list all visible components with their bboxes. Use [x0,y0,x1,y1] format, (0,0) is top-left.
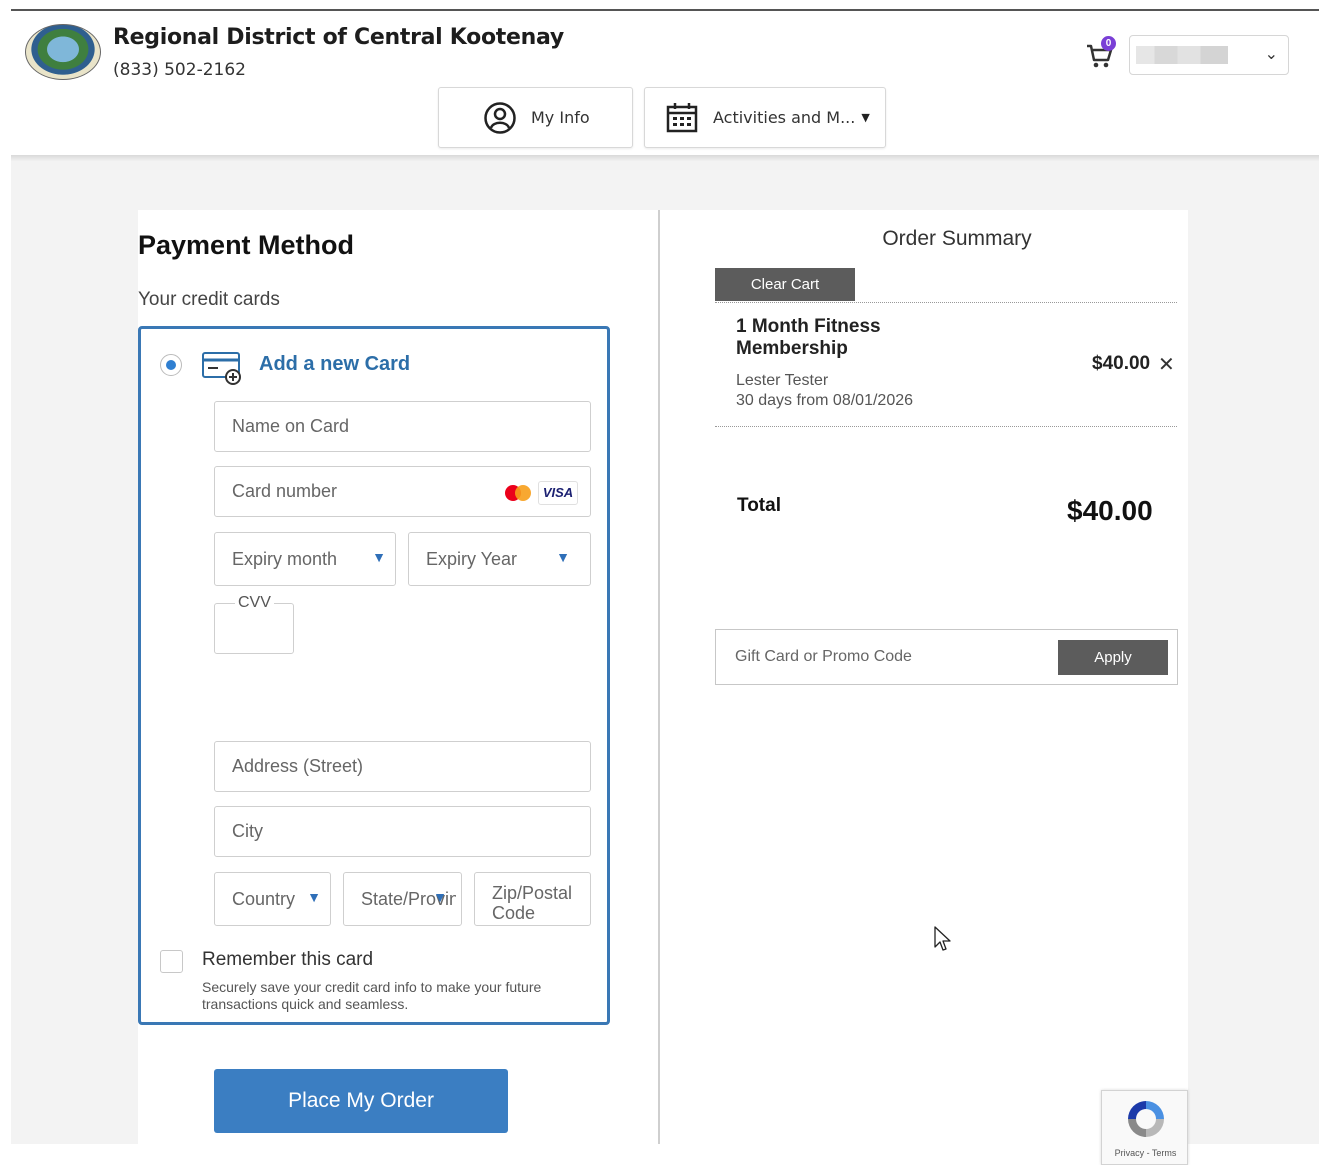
org-phone: (833) 502-2162 [113,60,246,80]
summary-divider [715,426,1177,427]
expiry-year-select[interactable]: Expiry Year ▼ [408,532,591,586]
user-circle-icon [484,101,516,134]
site-header: Regional District of Central Kootenay (8… [11,11,1319,155]
nav-my-info-button[interactable]: My Info [438,87,633,148]
payment-method-panel: Payment Method Your credit cards Add a n… [138,210,659,1144]
country-placeholder: Country [232,888,296,909]
address-street-input[interactable]: Address (Street) [214,741,591,792]
nav-activities-label: Activities and M... [713,108,856,127]
expiry-month-placeholder: Expiry month [232,548,338,569]
credit-cards-subtitle: Your credit cards [138,289,280,310]
visa-icon: VISA [538,481,578,505]
place-order-button[interactable]: Place My Order [214,1069,508,1133]
calendar-icon [666,102,698,132]
remove-item-icon[interactable]: ✕ [1158,352,1175,377]
caret-down-icon: ▼ [307,889,321,905]
new-card-form: Add a new Card Name on Card Card number … [138,326,610,1025]
address-placeholder: Address (Street) [232,756,364,776]
remember-card-description: Securely save your credit card info to m… [202,979,542,1012]
user-account-dropdown[interactable]: ⌄ [1129,35,1289,75]
recaptcha-badge[interactable]: Privacy - Terms [1101,1090,1188,1165]
nav-activities-button[interactable]: Activities and M... ▼ [644,87,886,148]
promo-code-placeholder: Gift Card or Promo Code [735,648,912,665]
card-number-placeholder: Card number [232,481,338,501]
order-summary-title: Order Summary [882,227,1032,250]
recaptcha-links[interactable]: Privacy - Terms [1102,1148,1189,1158]
add-card-icon [202,352,241,385]
cvv-label: CVV [235,594,274,612]
summary-divider [715,302,1177,303]
cvv-input[interactable]: CVV [214,594,294,654]
order-summary-panel: Order Summary Clear Cart 1 Month Fitness… [660,210,1188,1165]
cart-item-dates: 30 days from 08/01/2026 [736,392,914,409]
promo-code-input[interactable]: Gift Card or Promo Code Apply [715,629,1178,685]
clear-cart-button[interactable]: Clear Cart [715,268,855,301]
mastercard-icon [505,485,531,501]
user-name-redacted [1136,46,1228,64]
apply-promo-button[interactable]: Apply [1058,640,1168,675]
country-select[interactable]: Country ▼ [214,872,331,926]
org-name: Regional District of Central Kootenay [113,25,564,50]
name-on-card-input[interactable]: Name on Card [214,401,591,452]
caret-down-icon: ▼ [861,111,870,124]
caret-down-icon: ▼ [372,549,386,565]
zip-placeholder-line1: Zip/Postal [492,883,573,903]
checkout-area: Payment Method Your credit cards Add a n… [11,161,1319,1165]
district-logo[interactable] [25,24,101,80]
zip-postal-input[interactable]: Zip/Postal Code [474,872,591,926]
cart-item-name: 1 Month Fitness Membership [736,316,881,359]
zip-placeholder-line2: Code [492,903,536,923]
nav-my-info-label: My Info [531,108,590,127]
caret-down-icon: ▼ [433,889,447,905]
add-new-card-radio[interactable] [160,354,182,376]
total-value: $40.00 [1067,495,1153,526]
card-number-input[interactable]: Card number VISA [214,466,591,517]
city-placeholder: City [232,821,263,841]
payment-method-title: Payment Method [138,230,355,260]
recaptcha-icon [1128,1101,1164,1137]
expiry-year-placeholder: Expiry Year [426,548,518,569]
add-new-card-label[interactable]: Add a new Card [259,353,410,376]
cart-count-badge: 0 [1101,36,1116,51]
state-province-select[interactable]: State/Provinc ▼ [343,872,462,926]
city-input[interactable]: City [214,806,591,857]
remember-card-checkbox[interactable] [160,950,183,973]
cart-item-participant: Lester Tester [736,372,829,389]
mouse-cursor-icon [934,926,951,951]
total-label: Total [737,495,781,516]
name-on-card-placeholder: Name on Card [232,416,350,436]
remember-card-label[interactable]: Remember this card [202,949,373,971]
chevron-down-icon: ⌄ [1264,46,1278,63]
cart-item-price: $40.00 [1092,353,1151,374]
caret-down-icon: ▼ [556,549,570,565]
expiry-month-select[interactable]: Expiry month ▼ [214,532,396,586]
